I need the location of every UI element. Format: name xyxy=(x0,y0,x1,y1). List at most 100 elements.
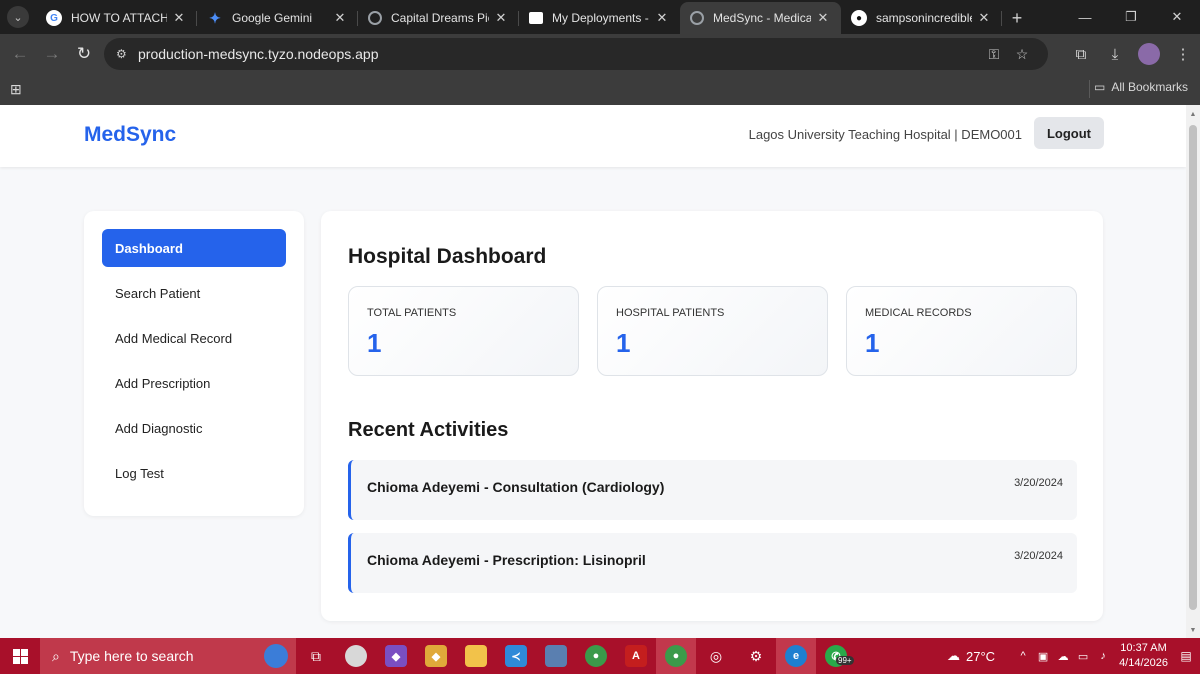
minimize-icon[interactable]: — xyxy=(1062,0,1108,34)
forward-arrow-icon[interactable]: → xyxy=(36,38,68,70)
weather-temp: 27°C xyxy=(966,648,996,664)
chevron-down-icon: ⌄ xyxy=(7,6,29,28)
chrome-icon[interactable]: ● xyxy=(576,638,616,674)
page-viewport: MedSync Lagos University Teaching Hospit… xyxy=(0,105,1186,638)
bookmark-star-icon[interactable]: ☆ xyxy=(1008,46,1036,63)
browser-tab-active[interactable]: MedSync - Medical R ✕ xyxy=(680,2,841,34)
notification-badge: 99+ xyxy=(836,656,854,665)
browser-tab[interactable]: Capital Dreams Pictu ✕ xyxy=(358,2,519,34)
task-view-icon[interactable]: ⧉ xyxy=(296,638,336,674)
globe-icon xyxy=(690,11,704,25)
cloud-sync-icon[interactable]: ☁ xyxy=(1053,650,1073,663)
activity-item[interactable]: Chioma Adeyemi - Prescription: Lisinopri… xyxy=(348,533,1077,593)
close-tab-icon[interactable]: ✕ xyxy=(815,10,831,26)
more-menu-icon[interactable]: ⋮ xyxy=(1166,45,1200,63)
vscode-icon[interactable]: ≺ xyxy=(496,638,536,674)
close-tab-icon[interactable]: ✕ xyxy=(171,10,187,26)
chevron-up-icon[interactable]: ^ xyxy=(1013,650,1033,662)
sidebar-item-add-prescription[interactable]: Add Prescription xyxy=(102,364,286,402)
tab-title: Capital Dreams Pictu xyxy=(391,11,489,25)
address-bar[interactable]: ⚙ production-medsync.tyzo.nodeops.app ⚿ … xyxy=(104,38,1048,70)
logout-button[interactable]: Logout xyxy=(1034,117,1104,149)
git-icon[interactable]: ◆ xyxy=(416,638,456,674)
activity-item[interactable]: Chioma Adeyemi - Consultation (Cardiolog… xyxy=(348,460,1077,520)
visual-studio-icon[interactable]: ◆ xyxy=(376,638,416,674)
edge-icon[interactable]: e xyxy=(776,638,816,674)
page-scrollbar[interactable]: ▲ ▼ xyxy=(1186,105,1200,638)
tray-app-icon[interactable]: ▣ xyxy=(1033,650,1053,663)
sidebar-item-dashboard[interactable]: Dashboard xyxy=(102,229,286,267)
stat-label: MEDICAL RECORDS xyxy=(865,307,972,319)
browser-tab[interactable]: G HOW TO ATTACH LEG ✕ xyxy=(36,2,197,34)
sidebar-item-add-medical-record[interactable]: Add Medical Record xyxy=(102,319,286,357)
cloud-icon: ☁ xyxy=(947,648,961,663)
stat-card-medical-records: MEDICAL RECORDS 1 xyxy=(846,286,1077,376)
chrome-active-icon[interactable]: ● xyxy=(656,638,696,674)
folder-icon: ▭ xyxy=(1093,80,1106,94)
divider xyxy=(1089,80,1090,98)
dashboard-panel: Hospital Dashboard TOTAL PATIENTS 1 HOSP… xyxy=(321,211,1103,621)
new-tab-button[interactable]: + xyxy=(1002,2,1032,34)
sidebar-item-search-patient[interactable]: Search Patient xyxy=(102,274,286,312)
download-icon[interactable]: ⤓ xyxy=(1098,46,1132,63)
gemini-icon: ✦ xyxy=(209,9,221,26)
speaker-icon[interactable]: ♪ xyxy=(1093,650,1113,662)
whatsapp-icon[interactable]: ✆ 99+ xyxy=(816,638,856,674)
stat-value: 1 xyxy=(616,328,631,358)
settings-icon[interactable]: ⚙ xyxy=(736,638,776,674)
tab-title: Google Gemini xyxy=(232,11,313,25)
app-icon[interactable] xyxy=(336,638,376,674)
nodeops-icon xyxy=(529,12,543,24)
notification-icon[interactable]: ▤ xyxy=(1176,646,1196,666)
url-text[interactable]: production-medsync.tyzo.nodeops.app xyxy=(138,46,980,62)
tab-title: MedSync - Medical R xyxy=(713,11,811,25)
brand-logo[interactable]: MedSync xyxy=(84,123,176,147)
github-icon: ● xyxy=(851,10,867,26)
browser-tab[interactable]: ✦ Google Gemini ✕ xyxy=(197,2,358,34)
all-bookmarks-button[interactable]: ▭ All Bookmarks xyxy=(1094,80,1188,94)
close-tab-icon[interactable]: ✕ xyxy=(493,10,509,26)
weather-widget[interactable]: ☁ 27°C xyxy=(947,648,995,664)
scroll-down-icon[interactable]: ▼ xyxy=(1189,627,1197,634)
close-window-icon[interactable]: ✕ xyxy=(1154,0,1200,34)
apps-grid-icon[interactable]: ⊞ xyxy=(10,81,22,98)
google-icon: G xyxy=(46,10,62,26)
close-tab-icon[interactable]: ✕ xyxy=(332,10,348,26)
network-icon[interactable]: ▭ xyxy=(1073,650,1093,663)
back-arrow-icon[interactable]: ← xyxy=(4,38,36,70)
sidebar-item-log-test[interactable]: Log Test xyxy=(102,454,286,492)
password-key-icon[interactable]: ⚿ xyxy=(980,46,1008,63)
browser-toolbar: ← → ↻ ⚙ production-medsync.tyzo.nodeops.… xyxy=(0,34,1200,74)
clock-date: 4/14/2026 xyxy=(1119,657,1168,669)
browser-tab[interactable]: ● sampsonincredible/M ✕ xyxy=(841,2,1002,34)
sidebar-item-add-diagnostic[interactable]: Add Diagnostic xyxy=(102,409,286,447)
site-info-icon[interactable]: ⚙ xyxy=(116,47,138,61)
scroll-up-icon[interactable]: ▲ xyxy=(1189,111,1197,118)
tab-search-button[interactable]: ⌄ xyxy=(0,0,36,34)
search-highlight-icon[interactable] xyxy=(264,644,288,668)
windows-taskbar: ⌕ Type here to search ⧉ ◆ ◆ ≺ ● A ● ◎ ⚙ … xyxy=(0,638,1200,674)
profile-avatar[interactable] xyxy=(1138,43,1160,65)
stat-value: 1 xyxy=(865,328,880,358)
terminal-icon[interactable] xyxy=(536,638,576,674)
tab-title: My Deployments - M xyxy=(552,11,650,25)
activity-text: Chioma Adeyemi - Consultation (Cardiolog… xyxy=(367,479,665,495)
taskbar-search[interactable]: ⌕ Type here to search xyxy=(40,638,296,674)
close-tab-icon[interactable]: ✕ xyxy=(976,10,992,26)
window-controls: — ❐ ✕ xyxy=(1062,0,1200,34)
extensions-icon[interactable]: ⧉ xyxy=(1064,46,1098,63)
browser-tab[interactable]: My Deployments - M ✕ xyxy=(519,2,680,34)
clock-time: 10:37 AM xyxy=(1120,642,1167,654)
pdf-reader-icon[interactable]: A xyxy=(616,638,656,674)
start-button[interactable] xyxy=(0,638,40,674)
app-ring-icon[interactable]: ◎ xyxy=(696,638,736,674)
scrollbar-thumb[interactable] xyxy=(1189,125,1197,610)
app-header: MedSync Lagos University Teaching Hospit… xyxy=(0,105,1186,167)
restore-icon[interactable]: ❐ xyxy=(1108,0,1154,34)
stat-label: TOTAL PATIENTS xyxy=(367,307,457,319)
file-explorer-icon[interactable] xyxy=(456,638,496,674)
close-tab-icon[interactable]: ✕ xyxy=(654,10,670,26)
reload-icon[interactable]: ↻ xyxy=(68,38,100,70)
clock[interactable]: 10:37 AM 4/14/2026 xyxy=(1119,641,1168,671)
search-placeholder: Type here to search xyxy=(69,648,194,664)
